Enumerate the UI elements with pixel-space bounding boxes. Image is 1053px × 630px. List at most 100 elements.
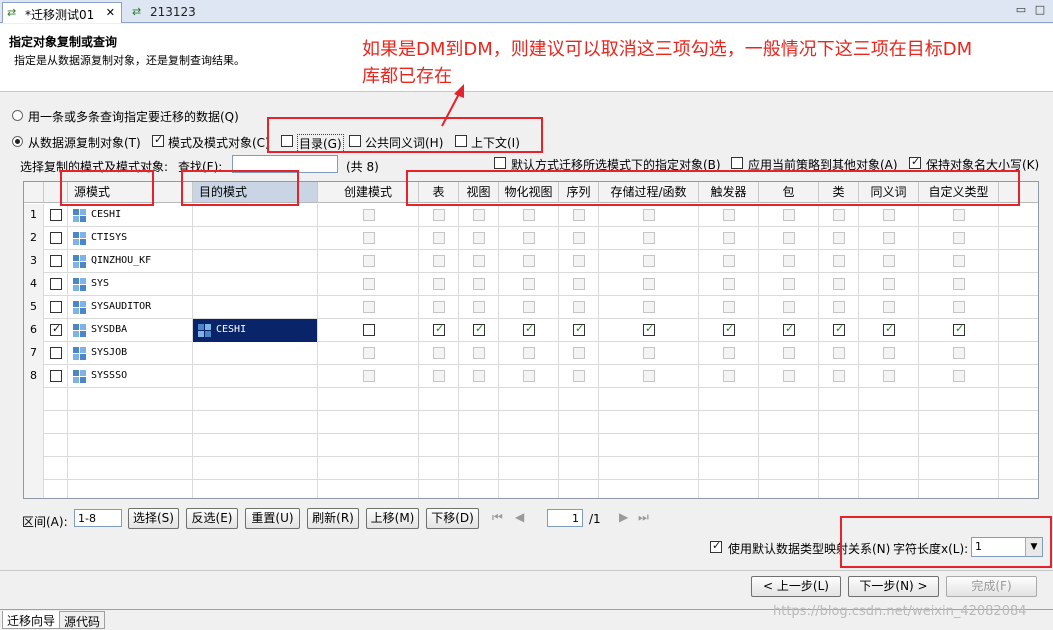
object-option-checkbox[interactable] bbox=[362, 278, 375, 290]
object-option-checkbox[interactable] bbox=[523, 232, 535, 244]
grid-header-udt[interactable]: 自定义类型 bbox=[919, 182, 999, 203]
object-option-checkbox[interactable] bbox=[573, 255, 585, 267]
object-option-cell[interactable] bbox=[759, 342, 819, 365]
object-option-checkbox[interactable] bbox=[643, 370, 655, 382]
object-option-cell[interactable] bbox=[499, 273, 559, 296]
object-option-cell[interactable] bbox=[559, 227, 599, 250]
object-option-checkbox[interactable] bbox=[433, 232, 445, 244]
row-select-checkbox[interactable] bbox=[50, 370, 62, 382]
object-option-checkbox[interactable] bbox=[362, 255, 375, 267]
object-option-checkbox[interactable] bbox=[573, 347, 585, 359]
object-option-cell[interactable] bbox=[759, 204, 819, 227]
target-schema-cell[interactable] bbox=[193, 250, 318, 273]
target-schema-cell[interactable] bbox=[193, 480, 318, 498]
object-option-checkbox[interactable] bbox=[723, 322, 735, 336]
object-option-cell[interactable] bbox=[819, 250, 859, 273]
chevron-down-icon[interactable]: ▼ bbox=[1025, 538, 1042, 556]
row-select-cell[interactable] bbox=[44, 342, 68, 365]
target-schema-cell[interactable] bbox=[193, 411, 318, 434]
object-option-checkbox[interactable] bbox=[573, 301, 585, 313]
object-option-cell[interactable] bbox=[599, 365, 699, 388]
find-input[interactable] bbox=[232, 155, 338, 173]
target-schema-cell[interactable] bbox=[193, 388, 318, 411]
object-option-checkbox[interactable] bbox=[573, 322, 585, 336]
object-option-checkbox[interactable] bbox=[362, 370, 375, 382]
object-option-cell[interactable] bbox=[599, 319, 699, 342]
object-option-checkbox[interactable] bbox=[473, 232, 485, 244]
object-option-checkbox[interactable] bbox=[723, 347, 735, 359]
tab-migration-test[interactable]: ⇄ *迁移测试01 ✕ bbox=[2, 2, 122, 23]
object-option-cell[interactable] bbox=[859, 250, 919, 273]
close-icon[interactable]: ✕ bbox=[106, 6, 115, 19]
object-option-cell[interactable] bbox=[499, 296, 559, 319]
row-select-checkbox[interactable] bbox=[50, 209, 62, 221]
maximize-icon[interactable]: □ bbox=[1033, 4, 1047, 18]
object-option-checkbox[interactable] bbox=[723, 255, 735, 267]
object-option-checkbox[interactable] bbox=[953, 232, 965, 244]
object-option-checkbox[interactable] bbox=[523, 255, 535, 267]
row-select-checkbox[interactable] bbox=[50, 322, 62, 336]
object-option-checkbox[interactable] bbox=[953, 209, 965, 221]
object-option-cell[interactable] bbox=[599, 227, 699, 250]
object-option-cell[interactable] bbox=[759, 296, 819, 319]
object-option-checkbox[interactable] bbox=[473, 209, 485, 221]
object-option-cell[interactable] bbox=[699, 227, 759, 250]
row-select-cell[interactable] bbox=[44, 204, 68, 227]
object-option-cell[interactable] bbox=[759, 250, 819, 273]
object-option-checkbox[interactable] bbox=[833, 301, 845, 313]
object-option-checkbox[interactable] bbox=[883, 209, 895, 221]
reset-button[interactable]: 重置(U) bbox=[245, 508, 300, 529]
object-option-cell[interactable] bbox=[559, 296, 599, 319]
object-option-checkbox[interactable] bbox=[573, 370, 585, 382]
object-option-checkbox[interactable] bbox=[953, 347, 965, 359]
target-schema-cell[interactable] bbox=[193, 273, 318, 296]
row-select-checkbox[interactable] bbox=[50, 278, 62, 290]
row-select-cell[interactable] bbox=[44, 273, 68, 296]
object-option-cell[interactable] bbox=[499, 204, 559, 227]
tab-213123[interactable]: ⇄ 213123 bbox=[128, 2, 198, 23]
object-option-checkbox[interactable] bbox=[473, 255, 485, 267]
object-option-checkbox[interactable] bbox=[783, 347, 795, 359]
object-option-cell[interactable] bbox=[919, 342, 999, 365]
object-option-cell[interactable] bbox=[499, 319, 559, 342]
table-row[interactable]: 5 SYSAUDITOR bbox=[24, 296, 1038, 319]
object-option-cell[interactable] bbox=[459, 204, 499, 227]
object-option-cell[interactable] bbox=[859, 204, 919, 227]
public-synonym-checkbox[interactable] bbox=[349, 135, 361, 147]
grid-header-target[interactable]: 目的模式 bbox=[193, 182, 318, 203]
object-option-checkbox[interactable] bbox=[573, 209, 585, 221]
object-option-checkbox[interactable] bbox=[833, 322, 845, 336]
object-option-checkbox[interactable] bbox=[883, 322, 895, 336]
row-select-checkbox[interactable] bbox=[50, 255, 62, 267]
object-option-cell[interactable] bbox=[919, 296, 999, 319]
table-row[interactable]: 7 SYSJOB bbox=[24, 342, 1038, 365]
apply-policy-checkbox[interactable] bbox=[731, 157, 743, 169]
schema-grid[interactable]: 源模式 目的模式 创建模式 表 视图 物化视图 序列 存储过程/函数 触发器 包… bbox=[23, 181, 1039, 499]
row-select-cell[interactable] bbox=[44, 319, 68, 342]
object-option-cell[interactable] bbox=[559, 365, 599, 388]
grid-header-mview[interactable]: 物化视图 bbox=[499, 182, 559, 203]
row-select-cell[interactable] bbox=[44, 388, 68, 411]
object-option-checkbox[interactable] bbox=[833, 209, 845, 221]
object-option-checkbox[interactable] bbox=[362, 324, 375, 336]
select-button[interactable]: 选择(S) bbox=[128, 508, 179, 529]
object-option-cell[interactable] bbox=[819, 227, 859, 250]
object-option-cell[interactable] bbox=[318, 296, 419, 319]
object-option-checkbox[interactable] bbox=[433, 301, 445, 313]
object-option-checkbox[interactable] bbox=[883, 255, 895, 267]
prev-page-icon[interactable]: ◀ bbox=[515, 510, 524, 524]
object-option-cell[interactable] bbox=[318, 319, 419, 342]
object-option-cell[interactable] bbox=[759, 365, 819, 388]
object-option-cell[interactable] bbox=[919, 365, 999, 388]
table-row[interactable]: 3 QINZHOU_KF bbox=[24, 250, 1038, 273]
object-option-checkbox[interactable] bbox=[833, 370, 845, 382]
object-option-cell[interactable] bbox=[318, 273, 419, 296]
move-down-button[interactable]: 下移(D) bbox=[426, 508, 479, 529]
object-option-cell[interactable] bbox=[559, 319, 599, 342]
object-option-cell[interactable] bbox=[459, 365, 499, 388]
object-option-checkbox[interactable] bbox=[883, 370, 895, 382]
object-option-cell[interactable] bbox=[699, 204, 759, 227]
object-option-checkbox[interactable] bbox=[643, 255, 655, 267]
object-option-checkbox[interactable] bbox=[783, 301, 795, 313]
target-schema-cell[interactable] bbox=[193, 365, 318, 388]
